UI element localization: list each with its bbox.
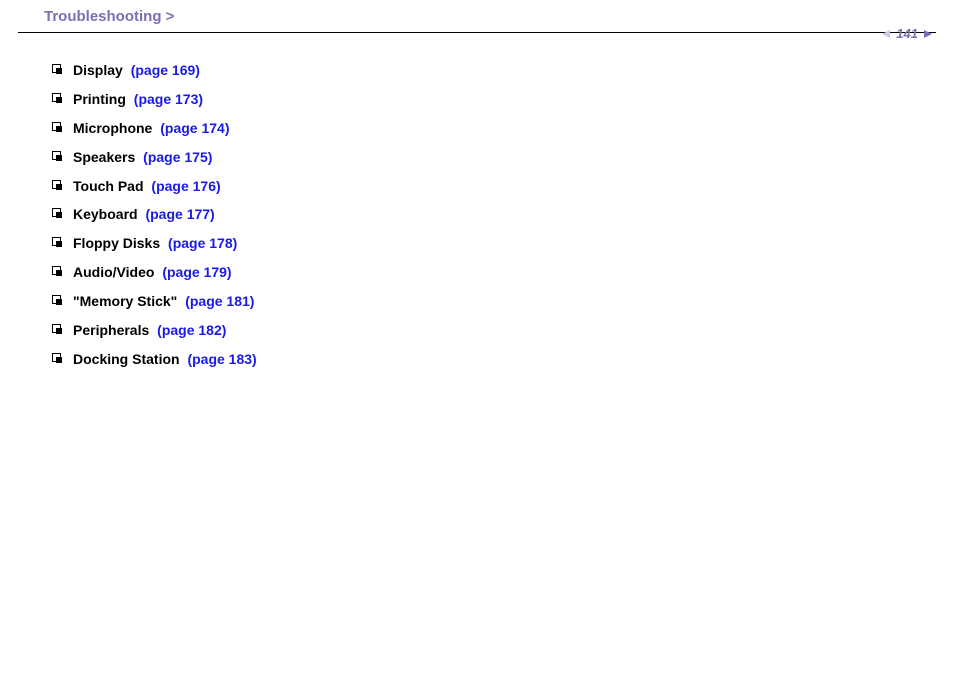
item-page-link[interactable]: (page 182) xyxy=(157,322,226,338)
list-item: Display (page 169) xyxy=(52,61,954,80)
page-navigation: 141 xyxy=(882,26,932,41)
bullet-icon xyxy=(52,266,61,275)
item-label: Audio/Video xyxy=(73,264,154,280)
bullet-icon xyxy=(52,237,61,246)
bullet-icon xyxy=(52,151,61,160)
item-page-link[interactable]: (page 169) xyxy=(131,62,200,78)
item-label: Docking Station xyxy=(73,351,180,367)
item-label: Microphone xyxy=(73,120,152,136)
item-label: Speakers xyxy=(73,149,135,165)
bullet-icon xyxy=(52,180,61,189)
item-page-link[interactable]: (page 177) xyxy=(145,206,214,222)
list-item: Peripherals (page 182) xyxy=(52,321,954,340)
item-label: "Memory Stick" xyxy=(73,293,177,309)
list-item: Touch Pad (page 176) xyxy=(52,177,954,196)
item-label: Floppy Disks xyxy=(73,235,160,251)
content-list: Display (page 169) Printing (page 173) M… xyxy=(0,33,954,369)
item-label: Keyboard xyxy=(73,206,138,222)
bullet-icon xyxy=(52,324,61,333)
page-header: Troubleshooting > 141 xyxy=(0,0,954,32)
section-title: Troubleshooting > xyxy=(44,8,174,25)
item-page-link[interactable]: (page 174) xyxy=(160,120,229,136)
bullet-icon xyxy=(52,64,61,73)
item-page-link[interactable]: (page 183) xyxy=(187,351,256,367)
list-item: Printing (page 173) xyxy=(52,90,954,109)
list-item: "Memory Stick" (page 181) xyxy=(52,292,954,311)
list-item: Floppy Disks (page 178) xyxy=(52,234,954,253)
item-page-link[interactable]: (page 181) xyxy=(185,293,254,309)
item-page-link[interactable]: (page 178) xyxy=(168,235,237,251)
item-page-link[interactable]: (page 176) xyxy=(151,178,220,194)
item-label: Touch Pad xyxy=(73,178,144,194)
list-item: Speakers (page 175) xyxy=(52,148,954,167)
next-page-icon[interactable] xyxy=(924,30,932,38)
bullet-icon xyxy=(52,353,61,362)
page-number: 141 xyxy=(896,26,918,41)
list-item: Microphone (page 174) xyxy=(52,119,954,138)
list-item: Audio/Video (page 179) xyxy=(52,263,954,282)
prev-page-icon[interactable] xyxy=(882,30,890,38)
bullet-icon xyxy=(52,93,61,102)
item-label: Display xyxy=(73,62,123,78)
item-page-link[interactable]: (page 173) xyxy=(134,91,203,107)
item-page-link[interactable]: (page 175) xyxy=(143,149,212,165)
item-label: Printing xyxy=(73,91,126,107)
bullet-icon xyxy=(52,208,61,217)
bullet-icon xyxy=(52,122,61,131)
bullet-icon xyxy=(52,295,61,304)
item-page-link[interactable]: (page 179) xyxy=(162,264,231,280)
list-item: Keyboard (page 177) xyxy=(52,205,954,224)
item-label: Peripherals xyxy=(73,322,149,338)
list-item: Docking Station (page 183) xyxy=(52,350,954,369)
